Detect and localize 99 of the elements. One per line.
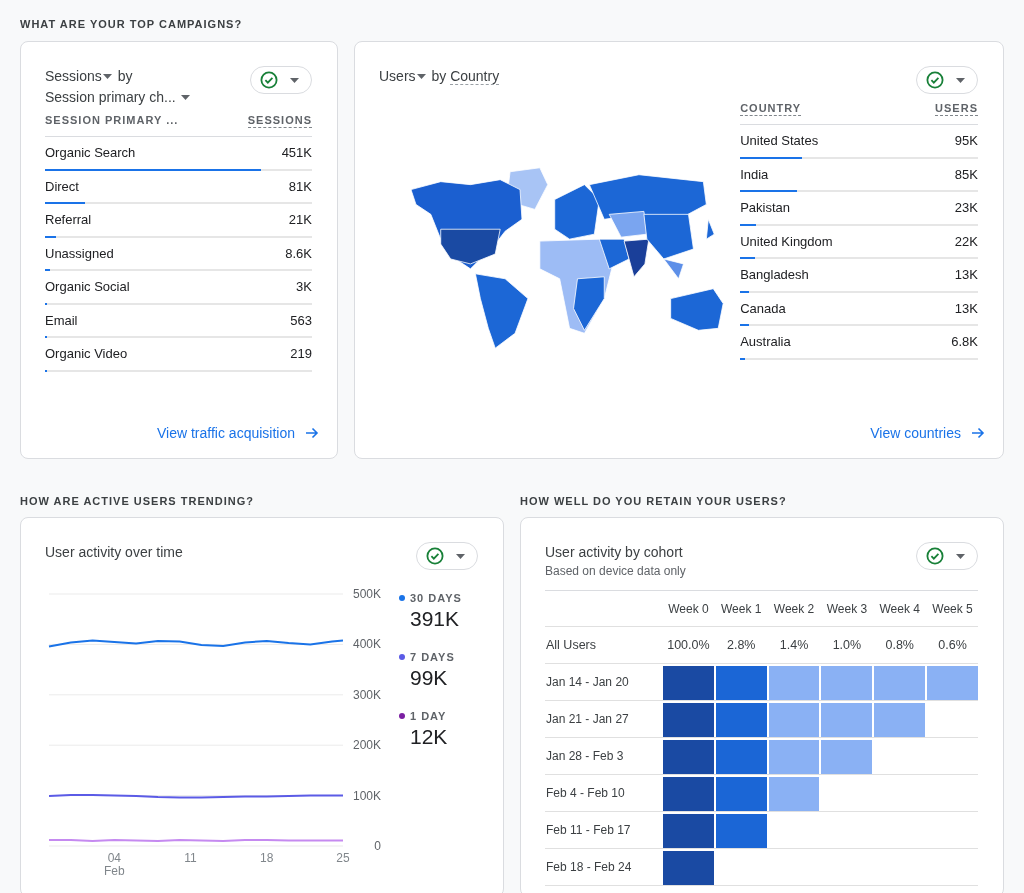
x-axis-label: 11 <box>184 851 197 865</box>
by-label: by <box>117 68 133 84</box>
row-label: United Kingdom <box>740 233 833 249</box>
table-cell-text: 1.4% <box>778 638 810 652</box>
row-value: 8.6K <box>285 245 312 261</box>
dimension-dropdown[interactable]: Session primary ch... <box>45 89 176 105</box>
row-label: Australia <box>740 334 791 349</box>
row-value: 22K <box>954 233 978 249</box>
card-title: User activity by cohort <box>545 543 684 562</box>
table-cell-text: 0.8% <box>884 638 915 652</box>
row-value: 13K <box>954 267 978 282</box>
x-axis-month: Feb <box>104 864 125 876</box>
legend-label: 30 DAYS <box>410 592 462 604</box>
column-header: SESSION PRIMARY ... <box>45 114 179 128</box>
row-label: All Users <box>545 638 597 652</box>
row-label: Canada <box>740 300 786 316</box>
card-title: User activity over time <box>45 543 183 562</box>
row-label: Email <box>45 312 78 328</box>
row-value: 3K <box>296 279 312 294</box>
week-header: Week 5 <box>931 601 974 616</box>
row-label: Feb 11 - Feb 17 <box>545 823 632 837</box>
legend-label: 7 DAYS <box>410 651 455 663</box>
row-label: Organic Video <box>45 346 128 361</box>
legend-value: 99K <box>410 666 449 690</box>
row-value: 21K <box>288 212 312 227</box>
table-cell-text: 0.6% <box>937 638 968 652</box>
caret-icon <box>956 77 965 83</box>
table-cell-text: 1.0% <box>831 638 863 652</box>
status-dropdown-button[interactable] <box>916 542 978 570</box>
week-header: Week 4 <box>878 601 921 616</box>
dimension-dropdown[interactable]: Country <box>450 68 500 85</box>
caret-icon <box>416 73 426 79</box>
caret-icon <box>456 553 465 559</box>
status-dropdown-button[interactable] <box>250 66 312 94</box>
check-circle-icon <box>426 547 444 565</box>
status-dropdown-button[interactable] <box>416 542 478 570</box>
view-traffic-link[interactable]: View traffic acquisition <box>157 425 319 441</box>
week-header: Week 2 <box>772 601 816 616</box>
check-circle-icon <box>260 71 278 89</box>
y-axis-label: 0 <box>374 839 381 853</box>
view-countries-link[interactable]: View countries <box>870 425 985 441</box>
row-label: Unassigned <box>45 245 114 261</box>
section-heading: HOW ARE ACTIVE USERS TRENDING? <box>20 493 255 509</box>
row-label: Organic Social <box>45 279 130 294</box>
row-value: 219 <box>290 346 312 361</box>
y-axis-label: 100K <box>352 788 381 803</box>
week-header: Week 1 <box>720 601 763 616</box>
check-circle-icon <box>926 71 944 89</box>
legend-value: 12K <box>410 725 449 749</box>
row-value: 563 <box>290 312 312 328</box>
column-header: COUNTRY <box>740 102 802 116</box>
caret-icon <box>956 553 965 559</box>
by-label: by <box>431 68 447 84</box>
row-label: Pakistan <box>740 200 790 215</box>
row-label: Feb 4 - Feb 10 <box>545 786 626 800</box>
row-label: Organic Search <box>45 145 136 160</box>
x-axis-label: 04 <box>107 851 121 865</box>
row-value: 13K <box>954 300 978 316</box>
table-cell-text: 100.0% <box>666 638 711 652</box>
row-label: Jan 28 - Feb 3 <box>545 749 625 763</box>
caret-icon <box>290 77 299 83</box>
y-axis-label: 500K <box>352 587 381 601</box>
y-axis-label: 300K <box>352 687 381 702</box>
row-label: Direct <box>45 178 79 194</box>
caret-icon <box>102 73 112 79</box>
metric-dropdown[interactable]: Sessions <box>45 68 102 84</box>
x-axis-label: 25 <box>336 851 350 865</box>
row-value: 6.8K <box>951 334 978 349</box>
row-label: Bangladesh <box>740 267 809 282</box>
row-value: 85K <box>954 166 978 182</box>
week-header: Week 0 <box>667 601 710 616</box>
arrow-right-icon <box>971 427 985 439</box>
y-axis-label: 400K <box>352 637 381 652</box>
column-header: USERS <box>935 102 978 116</box>
row-value: 95K <box>954 133 978 148</box>
status-dropdown-button[interactable] <box>916 66 978 94</box>
row-value: 451K <box>281 145 312 160</box>
section-heading: WHAT ARE YOUR TOP CAMPAIGNS? <box>20 17 244 32</box>
arrow-right-icon <box>305 427 319 439</box>
row-label: Feb 18 - Feb 24 <box>545 860 633 874</box>
row-label: Jan 21 - Jan 27 <box>545 712 630 726</box>
legend-value: 391K <box>410 607 461 631</box>
y-axis-label: 200K <box>352 738 381 753</box>
row-label: Jan 14 - Jan 20 <box>545 675 630 689</box>
row-value: 23K <box>954 200 978 215</box>
metric-dropdown[interactable]: Users <box>379 68 416 84</box>
section-heading: HOW WELL DO YOU RETAIN YOUR USERS? <box>520 493 788 509</box>
row-label: United States <box>740 133 819 148</box>
x-axis-label: 18 <box>260 851 274 865</box>
table-cell-text: 2.8% <box>726 638 757 652</box>
check-circle-icon <box>926 547 944 565</box>
card-subtitle: Based on device data only <box>545 564 686 578</box>
row-label: Referral <box>45 212 92 227</box>
legend-label: 1 DAY <box>410 710 447 722</box>
row-label: India <box>740 166 769 182</box>
column-header: SESSIONS <box>247 114 312 128</box>
week-header: Week 3 <box>825 601 869 616</box>
row-value: 81K <box>288 178 312 194</box>
caret-icon <box>180 94 190 100</box>
